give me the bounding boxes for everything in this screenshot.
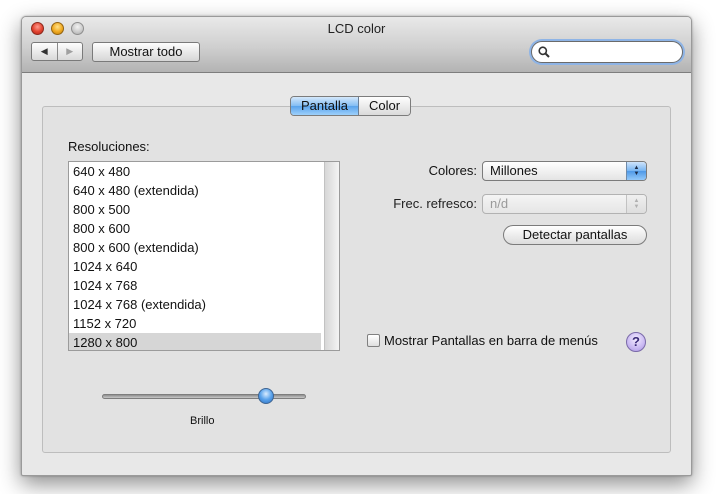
list-item-selected[interactable]: 1280 x 800 (69, 333, 321, 350)
popup-arrows-icon: ▲ ▼ (626, 162, 646, 180)
resolutions-label: Resoluciones: (68, 139, 150, 154)
back-arrow-icon: ◀ (40, 46, 48, 56)
help-icon: ? (632, 334, 640, 349)
detect-displays-button[interactable]: Detectar pantallas (503, 225, 647, 245)
tab-pantalla[interactable]: Pantalla (291, 97, 359, 115)
forward-arrow-icon: ▶ (66, 46, 74, 56)
refresh-popup: n/d ▲ ▼ (482, 194, 647, 214)
list-scrollbar[interactable] (324, 162, 339, 350)
show-all-button[interactable]: Mostrar todo (92, 42, 200, 62)
refresh-value: n/d (490, 196, 509, 211)
colors-value: Millones (490, 163, 538, 178)
list-item[interactable]: 1024 x 640 (69, 257, 321, 276)
tab-bar: Pantalla Color (290, 96, 412, 116)
back-forward-control: ◀ ▶ (31, 42, 83, 61)
show-in-menubar-label[interactable]: Mostrar Pantallas en barra de menús (384, 333, 598, 348)
help-button[interactable]: ? (626, 332, 646, 352)
tab-color[interactable]: Color (358, 97, 411, 115)
list-item[interactable]: 800 x 600 (69, 219, 321, 238)
list-item[interactable]: 1024 x 768 (69, 276, 321, 295)
show-in-menubar-checkbox[interactable] (367, 334, 380, 347)
list-item[interactable]: 1024 x 768 (extendida) (69, 295, 321, 314)
window-title: LCD color (327, 21, 386, 36)
search-icon (538, 46, 550, 58)
preferences-window: LCD color ◀ ▶ Mostrar todo Pantalla Colo… (21, 16, 692, 476)
popup-arrows-icon: ▲ ▼ (626, 195, 646, 213)
list-item[interactable]: 800 x 500 (69, 200, 321, 219)
list-item[interactable]: 640 x 480 (69, 162, 321, 181)
forward-button[interactable]: ▶ (58, 43, 83, 60)
list-item[interactable]: 800 x 600 (extendida) (69, 238, 321, 257)
back-button[interactable]: ◀ (32, 43, 58, 60)
resolutions-list[interactable]: 640 x 480 640 x 480 (extendida) 800 x 50… (68, 161, 340, 351)
search-field[interactable] (531, 41, 683, 63)
brightness-label: Brillo (190, 415, 215, 427)
title-bar: LCD color ◀ ▶ Mostrar todo (22, 17, 691, 73)
colors-label: Colores: (428, 163, 477, 178)
list-item[interactable]: 640 x 480 (extendida) (69, 181, 321, 200)
colors-popup[interactable]: Millones ▲ ▼ (482, 161, 647, 181)
refresh-label: Frec. refresco: (393, 196, 477, 211)
brightness-slider-track[interactable] (102, 394, 306, 399)
list-item[interactable]: 1152 x 720 (69, 314, 321, 333)
